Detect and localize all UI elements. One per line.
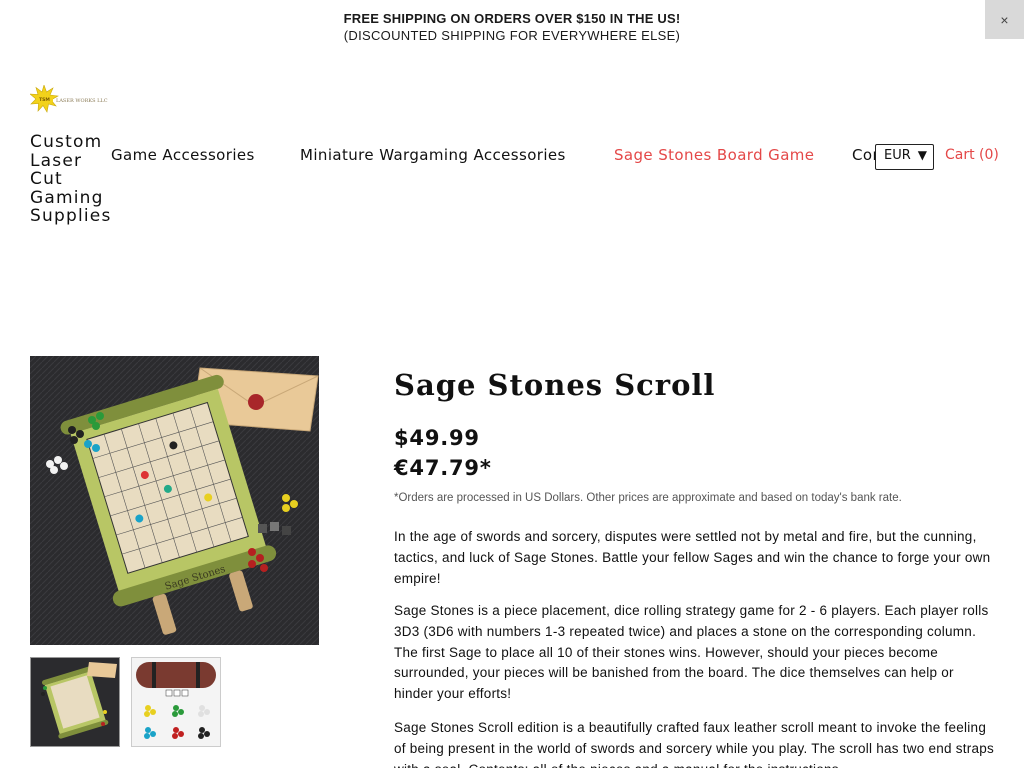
product-thumbnail-2[interactable] xyxy=(131,657,221,747)
product-title: Sage Stones Scroll xyxy=(394,368,716,402)
caret-down-icon: ▼ xyxy=(917,148,927,162)
price-eur: €47.79* xyxy=(394,456,492,480)
product-thumbnail-1[interactable] xyxy=(30,657,120,747)
svg-text:LASER WORKS LLC: LASER WORKS LLC xyxy=(56,98,108,104)
currency-value: EUR xyxy=(884,148,911,163)
price-usd: $49.99 xyxy=(394,426,480,450)
description-paragraph-1: In the age of swords and sorcery, disput… xyxy=(394,529,991,586)
description-paragraph-2: Sage Stones is a piece placement, dice r… xyxy=(394,603,989,702)
nav-miniature-wargaming[interactable]: Miniature Wargaming Accessories xyxy=(300,146,566,164)
announcement-bar: FREE SHIPPING ON ORDERS OVER $150 IN THE… xyxy=(0,0,1024,50)
logo-starburst-icon: TSM LASER WORKS LLC xyxy=(29,84,108,113)
nav-game-accessories[interactable]: Game Accessories xyxy=(111,146,255,164)
nav-sage-stones[interactable]: Sage Stones Board Game xyxy=(614,146,814,164)
brand-name[interactable]: Custom Laser Cut Gaming Supplies xyxy=(30,133,110,226)
thumbnail-pieces-photo xyxy=(132,658,220,746)
thumbnail-scroll-photo xyxy=(31,658,119,746)
svg-text:TSM: TSM xyxy=(39,97,50,103)
close-icon: × xyxy=(1000,11,1009,28)
site-logo[interactable]: TSM LASER WORKS LLC xyxy=(29,84,110,113)
currency-selector[interactable]: EUR ▼ xyxy=(875,144,934,170)
currency-note: *Orders are processed in US Dollars. Oth… xyxy=(394,492,902,504)
announcement-line-1: FREE SHIPPING ON ORDERS OVER $150 IN THE… xyxy=(343,11,681,26)
product-main-image[interactable]: Sage Stones xyxy=(30,356,319,645)
sage-stones-scroll-photo: Sage Stones xyxy=(30,356,319,645)
cart-link[interactable]: Cart (0) xyxy=(945,147,999,163)
description-paragraph-3: Sage Stones Scroll edition is a beautifu… xyxy=(394,720,995,768)
announcement-line-2: (DISCOUNTED SHIPPING FOR EVERYWHERE ELSE… xyxy=(343,28,681,43)
announcement-close-button[interactable]: × xyxy=(985,0,1024,39)
